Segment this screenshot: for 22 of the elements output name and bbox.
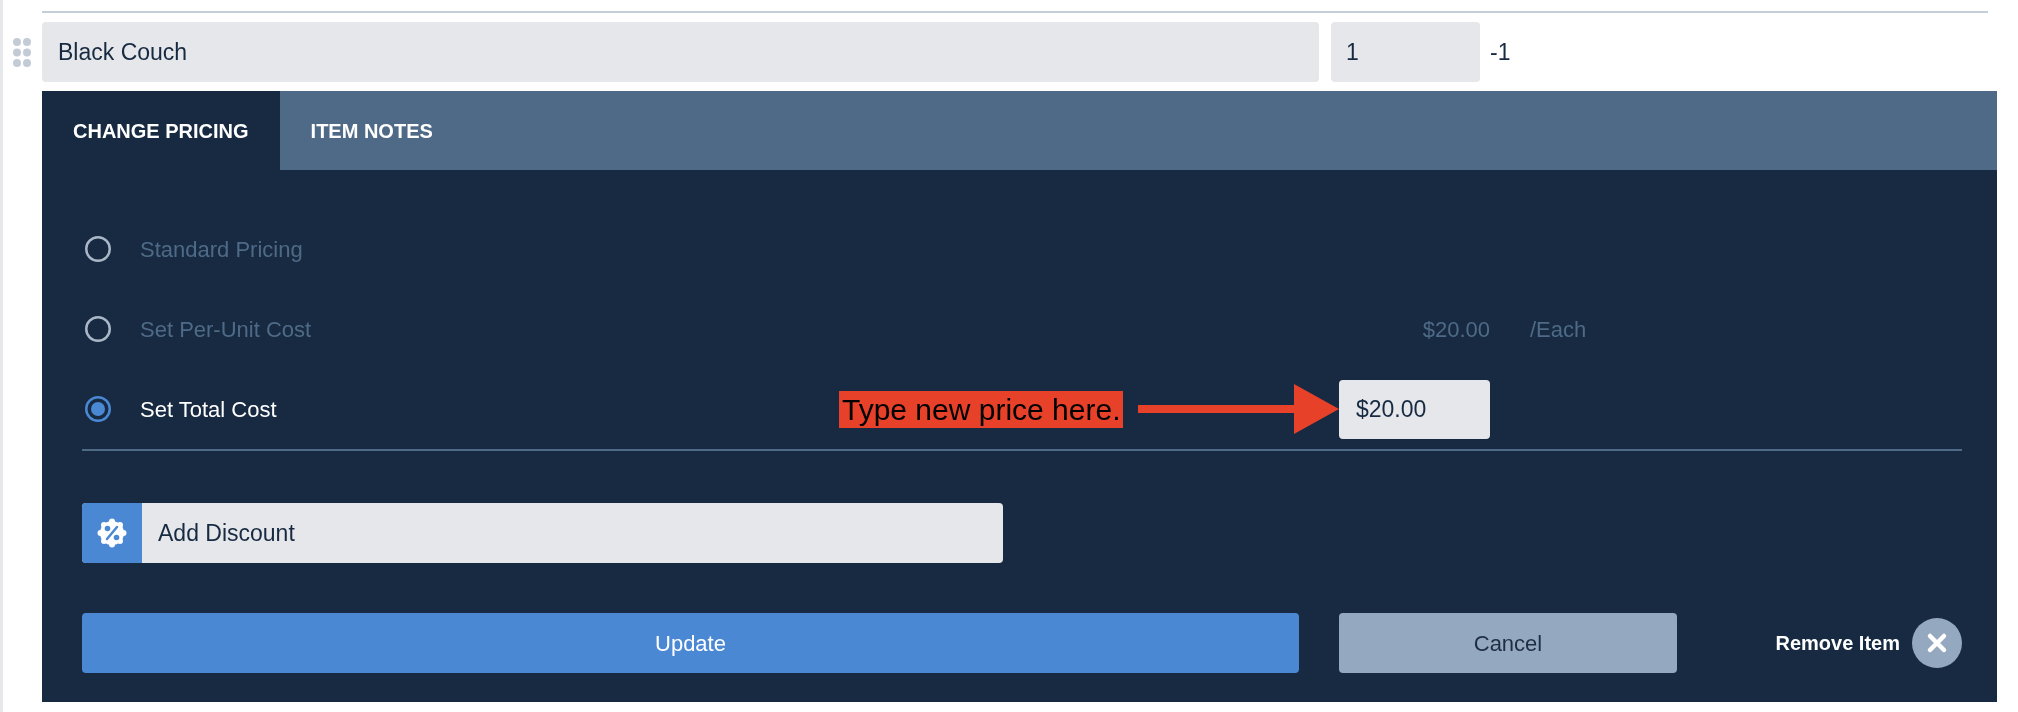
annotation-label: Type new price here. (839, 390, 1124, 428)
update-button[interactable]: Update (82, 613, 1299, 673)
item-name-field[interactable]: Black Couch (42, 22, 1319, 82)
total-price-field[interactable]: $20.00 (1339, 379, 1490, 439)
per-unit-price: $20.00 (1422, 315, 1490, 344)
add-discount-button[interactable]: Add Discount (82, 503, 1003, 563)
quantity-difference: -1 (1490, 37, 1511, 67)
radio-button[interactable] (85, 316, 111, 342)
radio-button[interactable] (85, 236, 111, 262)
option-label: Set Total Cost (140, 396, 277, 422)
radio-button[interactable] (85, 396, 111, 422)
option-label: Standard Pricing (140, 236, 303, 262)
percent-badge-icon (82, 503, 142, 563)
tab[interactable]: ITEM NOTES (279, 91, 464, 170)
drag-handle-icon[interactable] (13, 37, 31, 67)
remove-item-button[interactable]: Remove Item (1775, 618, 1962, 668)
cancel-button[interactable]: Cancel (1339, 613, 1677, 673)
tab[interactable]: CHANGE PRICING (42, 91, 280, 170)
close-icon (1912, 618, 1962, 668)
unit-label: /Each (1530, 315, 1587, 344)
quantity-field[interactable]: 1 (1331, 22, 1480, 82)
option-label: Set Per-Unit Cost (140, 316, 312, 342)
